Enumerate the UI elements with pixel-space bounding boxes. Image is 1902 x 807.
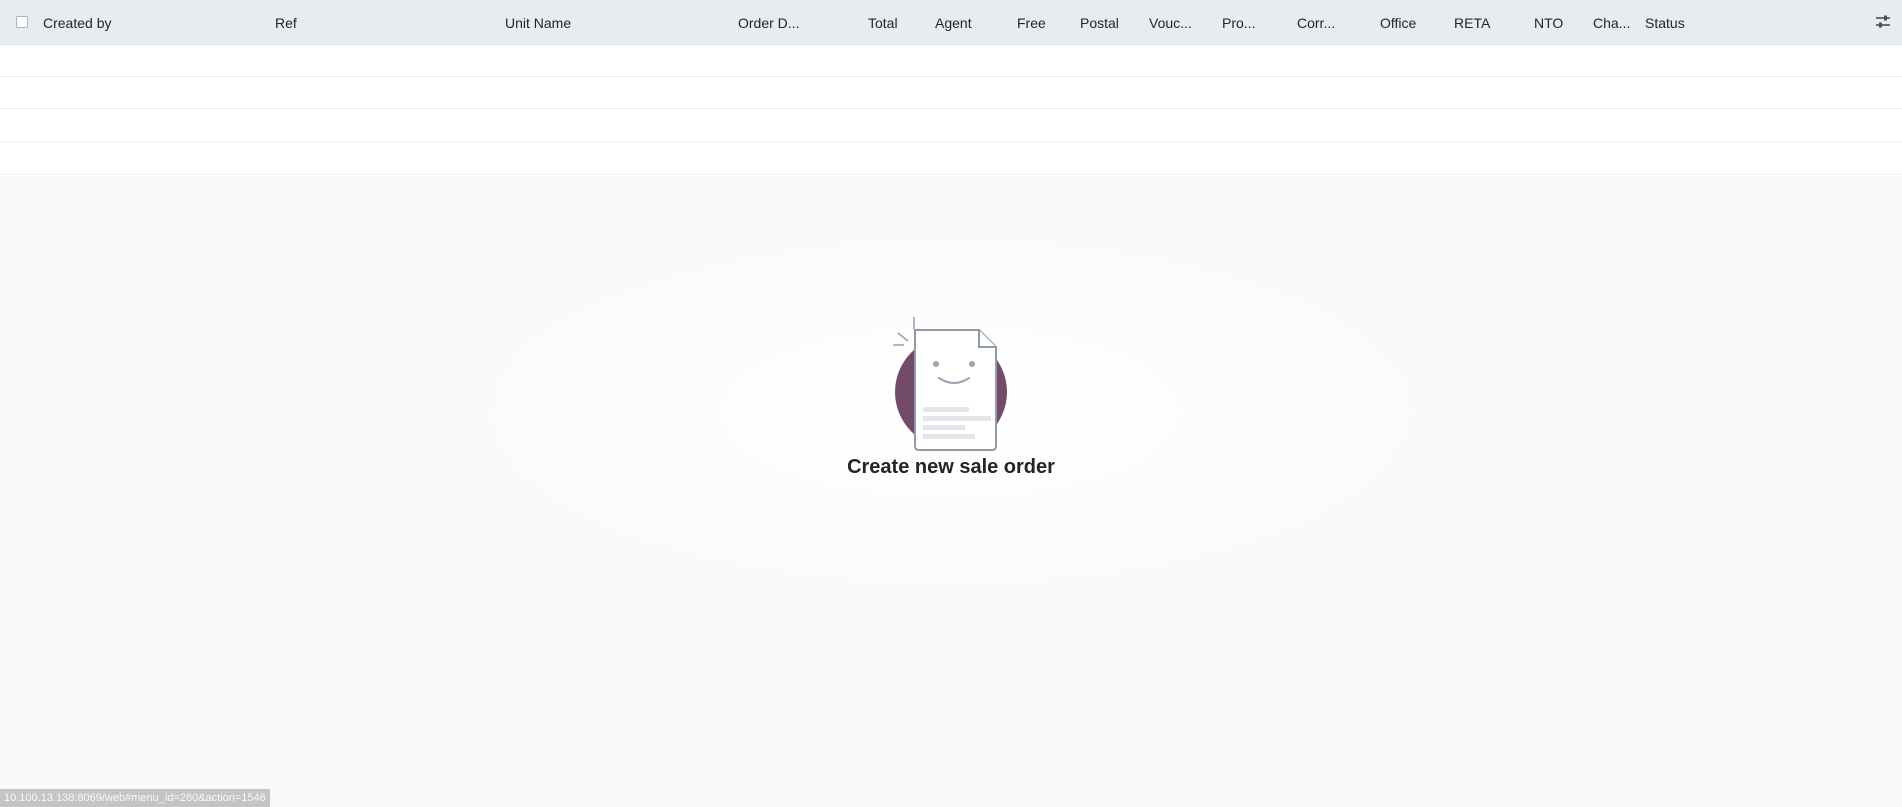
table-row-placeholder [0,45,1902,77]
column-header-agent[interactable]: Agent [935,0,972,45]
column-header-ref[interactable]: Ref [275,0,297,45]
column-header-reta[interactable]: RETA [1454,0,1490,45]
column-header-cha[interactable]: Cha... [1593,0,1630,45]
column-header-status[interactable]: Status [1645,0,1685,45]
column-header-free[interactable]: Free [1017,0,1046,45]
column-header-order-date[interactable]: Order D... [738,0,799,45]
column-header-postal[interactable]: Postal [1080,0,1119,45]
smiling-document-icon [893,312,1011,452]
table-row-placeholder [0,110,1902,142]
table-row-placeholder [0,143,1902,175]
empty-state-title: Create new sale order [847,456,1055,478]
column-header-created-by[interactable]: Created by [43,0,111,45]
column-header-nto[interactable]: NTO [1534,0,1563,45]
table-row-placeholder [0,77,1902,109]
column-header-voucher[interactable]: Vouc... [1149,0,1192,45]
column-header-pro[interactable]: Pro... [1222,0,1255,45]
sliders-icon[interactable] [1874,14,1892,30]
select-all-checkbox[interactable] [16,16,28,28]
list-header: Created by Ref Unit Name Order D... Tota… [0,0,1902,45]
column-header-corr[interactable]: Corr... [1297,0,1335,45]
sale-order-list-view: Created by Ref Unit Name Order D... Tota… [0,0,1902,807]
column-header-unit-name[interactable]: Unit Name [505,0,571,45]
empty-state-background [0,176,1902,807]
status-bar-url: 10.100.13.138:8069/web#menu_id=280&actio… [0,789,270,807]
column-header-total[interactable]: Total [868,0,898,45]
column-header-office[interactable]: Office [1380,0,1416,45]
